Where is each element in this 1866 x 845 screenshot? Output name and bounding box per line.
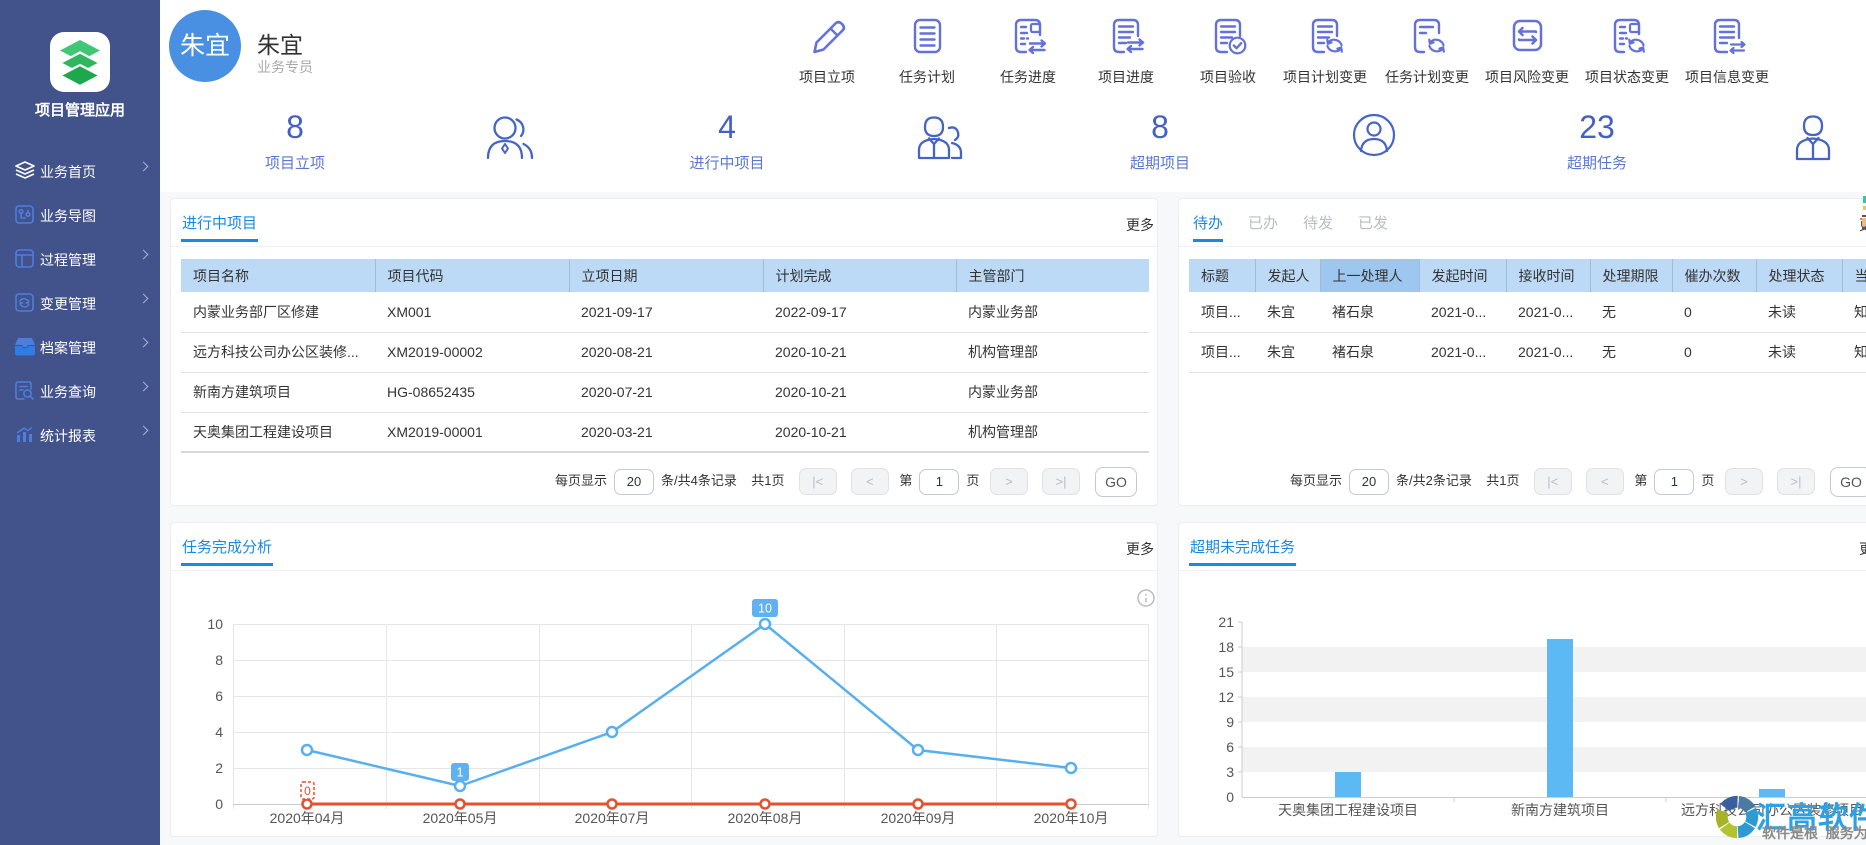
svg-text:15: 15 [1218,664,1234,680]
svg-text:10: 10 [758,602,772,616]
svg-text:0: 0 [304,784,311,798]
svg-text:18: 18 [1218,639,1234,655]
svg-text:8: 8 [215,652,223,668]
svg-text:0: 0 [215,796,223,812]
svg-text:1: 1 [457,766,464,780]
svg-text:2020年04月: 2020年04月 [270,810,345,826]
svg-text:4: 4 [215,724,223,740]
svg-text:2020年09月: 2020年09月 [881,810,956,826]
svg-text:6: 6 [215,688,223,704]
svg-text:9: 9 [1226,714,1234,730]
svg-text:0: 0 [1226,789,1234,805]
svg-text:2020年08月: 2020年08月 [728,810,803,826]
svg-text:10: 10 [207,616,223,632]
svg-text:12: 12 [1218,689,1234,705]
svg-text:天奥集团工程建设项目: 天奥集团工程建设项目 [1278,802,1418,818]
svg-text:2020年10月: 2020年10月 [1034,810,1109,826]
svg-text:2: 2 [215,760,223,776]
svg-text:2020年07月: 2020年07月 [575,810,650,826]
svg-text:3: 3 [1226,764,1234,780]
svg-text:新南方建筑项目: 新南方建筑项目 [1511,802,1609,818]
svg-text:2020年05月: 2020年05月 [423,810,498,826]
svg-text:21: 21 [1218,614,1234,630]
svg-text:6: 6 [1226,739,1234,755]
